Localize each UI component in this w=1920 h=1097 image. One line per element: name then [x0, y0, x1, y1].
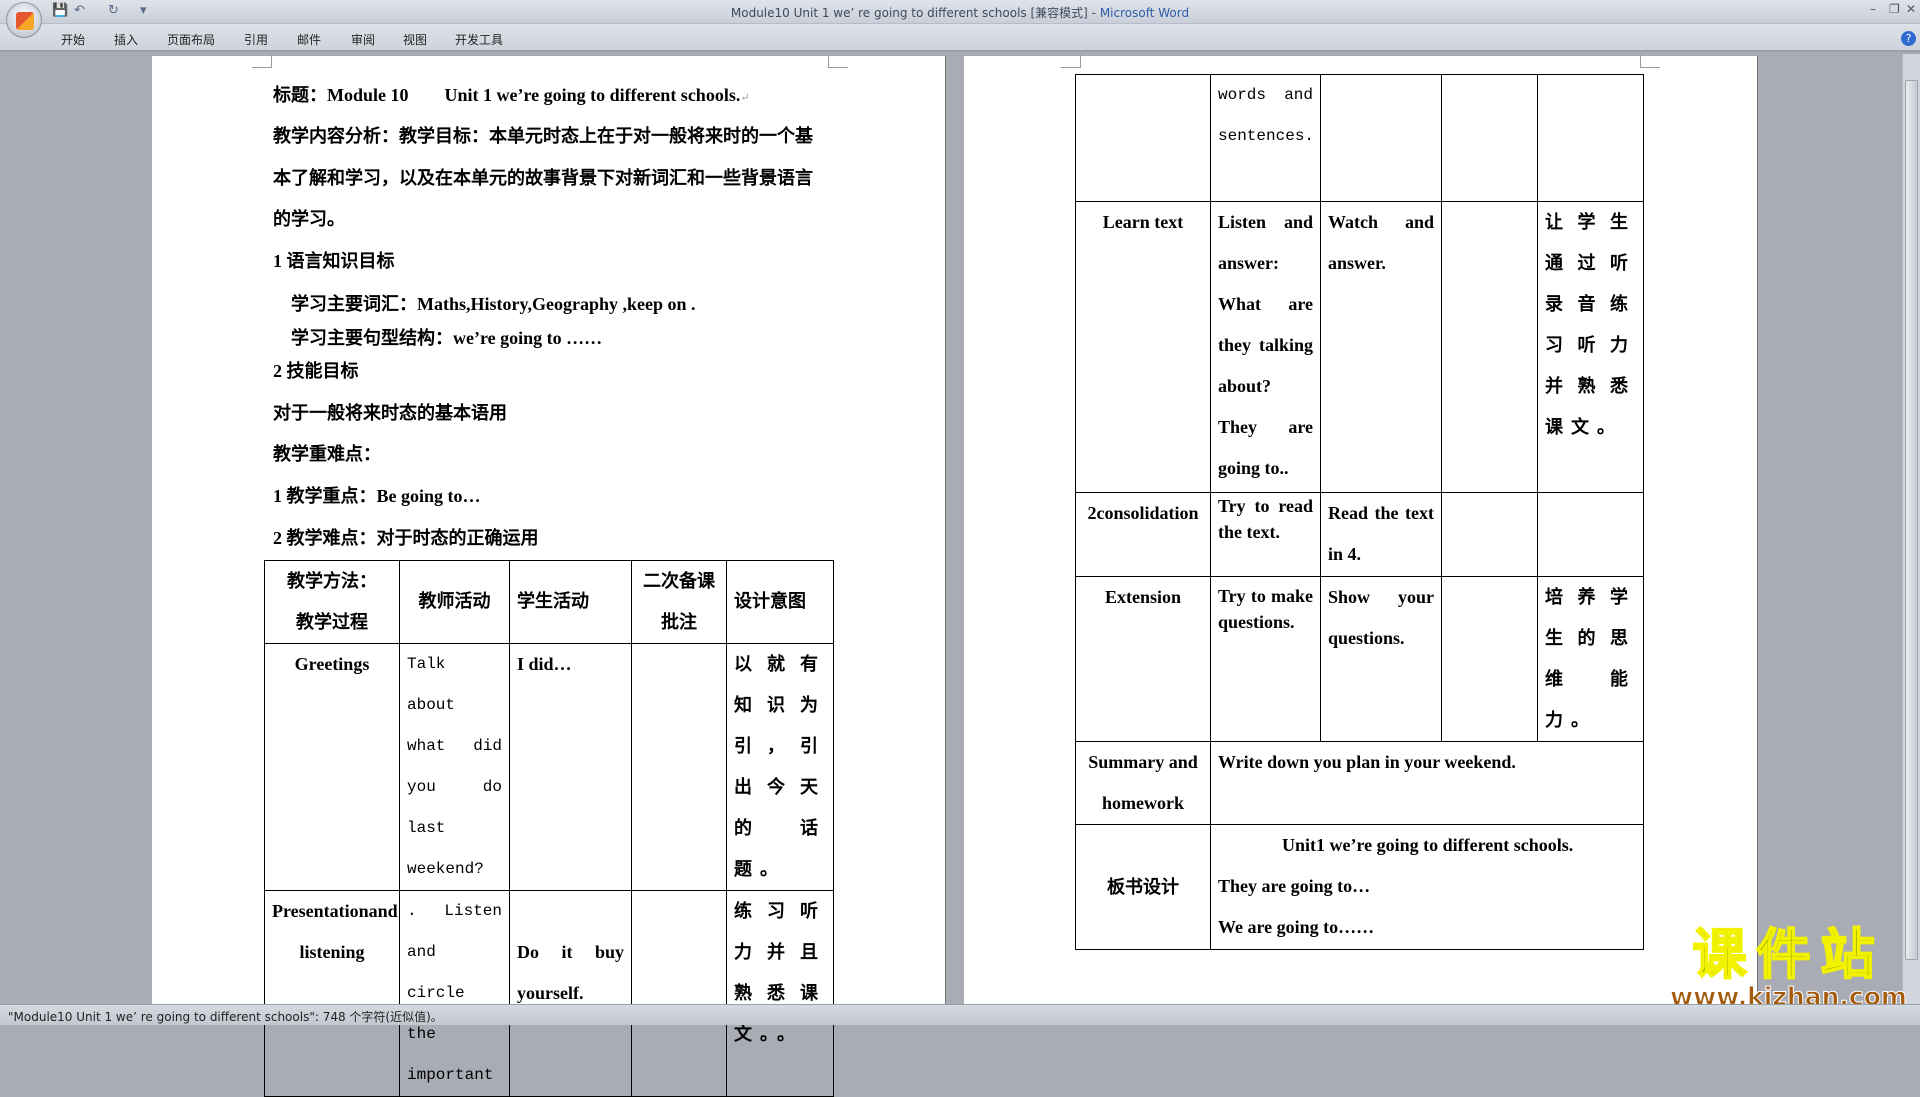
table-row: words and sentences. [1075, 74, 1644, 202]
table-row: Presentationand listening . Listen and c… [264, 890, 834, 1097]
tab-insert[interactable]: 插入 [114, 31, 138, 48]
tab-page-layout[interactable]: 页面布局 [167, 31, 215, 48]
tab-developer[interactable]: 开发工具 [455, 31, 503, 48]
skill-line: 对于一般将来时态的基本语用 [273, 403, 507, 423]
help-icon[interactable]: ? [1901, 31, 1916, 46]
cell-intent [1537, 492, 1644, 577]
cell-teacher: Try to read the text. [1210, 492, 1321, 577]
status-text: "Module10 Unit 1 we’ re going to differe… [8, 1010, 443, 1024]
watermark-text: 课件站 [1691, 923, 1885, 986]
key-point-2: 2 教学难点：对于时态的正确运用 [273, 528, 539, 548]
cell-intent: 练习听力并且熟悉课文。。 [726, 890, 834, 1097]
cell-notes [1441, 74, 1538, 202]
minimize-button[interactable]: – [1870, 2, 1876, 16]
table-row: Extension Try to make questions. Show yo… [1075, 576, 1644, 742]
cell-notes [1441, 492, 1538, 577]
cell-notes [1441, 201, 1538, 493]
header-notes: 二次备课批注 [631, 560, 727, 644]
title-bar: 💾 ↶ ↻ ▾ Module10 Unit 1 we’ re going to … [0, 0, 1920, 24]
close-button[interactable]: ✕ [1906, 2, 1916, 16]
document-page-right[interactable]: words and sentences. Learn text Listen a… [964, 54, 1757, 1006]
cell-board-design-label: 板书设计 [1075, 824, 1211, 950]
tab-view[interactable]: 视图 [403, 31, 427, 48]
heading-language-goals: 1 语言知识目标 [273, 251, 395, 271]
analysis-line-3: 的学习。 [273, 209, 345, 229]
tab-mailings[interactable]: 邮件 [297, 31, 321, 48]
table-row: Learn text Listen and answer: What are t… [1075, 201, 1644, 493]
office-logo-icon [16, 12, 34, 30]
doc-title: 标题：Module 10 Unit 1 we’re going to differ… [273, 85, 750, 105]
cell-intent: 培养学生的思维能力。 [1537, 576, 1644, 742]
window-title: Module10 Unit 1 we’ re going to differen… [730, 6, 1190, 20]
header-student: 学生活动 [509, 560, 632, 644]
cell-step: 2consolidation [1075, 492, 1211, 577]
table-row: Greetings Talk about what did you do las… [264, 643, 834, 891]
cell-notes [631, 890, 727, 1097]
scrollbar-thumb[interactable] [1905, 80, 1918, 960]
table-row: 2consolidation Try to read the text. Rea… [1075, 492, 1644, 577]
analysis-line-2: 本了解和学习，以及在本单元的故事背景下对新词汇和一些背景语言 [273, 168, 813, 188]
board-line-2: They are going to… [1218, 876, 1371, 896]
crop-mark [252, 54, 272, 68]
table-row: 板书设计 Unit1 we’re going to different scho… [1075, 824, 1644, 950]
cell-teacher: . Listen and circle the important [399, 890, 510, 1097]
cell-teacher: Try to make questions. [1210, 576, 1321, 742]
tab-references[interactable]: 引用 [244, 31, 268, 48]
document-page-left[interactable]: 标题：Module 10 Unit 1 we’re going to differ… [152, 54, 945, 1097]
header-method: 教学方法： 教学过程 [264, 560, 400, 644]
cell-student: Do it buy yourself. [509, 890, 632, 1097]
cell-teacher: Talk about what did you do last weekend? [399, 643, 510, 891]
cell-board-design: Unit1 we’re going to different schools. … [1210, 824, 1644, 950]
crop-mark [1640, 54, 1660, 68]
ribbon-tabs [0, 24, 1920, 52]
lesson-table-right: words and sentences. Learn text Listen a… [1075, 74, 1644, 950]
cell-student: Read the text in 4. [1320, 492, 1442, 577]
header-teacher: 教师活动 [399, 560, 510, 644]
cell-step: Extension [1075, 576, 1211, 742]
cell-teacher: words and sentences. [1210, 74, 1321, 202]
cell-step: Greetings [264, 643, 400, 891]
header-intent: 设计意图 [726, 560, 834, 644]
cell-student: Watch and answer. [1320, 201, 1442, 493]
structure-line: 学习主要句型结构：we’re going to …… [291, 328, 603, 348]
analysis-line-1: 教学内容分析：教学目标：本单元时态上在于对一般将来时的一个基 [273, 126, 813, 146]
crop-mark [828, 54, 848, 68]
cell-step: Summary and homework [1075, 741, 1211, 825]
key-point-1: 1 教学重点：Be going to… [273, 486, 481, 506]
cell-intent: 让学生通过听录音练习听力并熟悉课文。 [1537, 201, 1644, 493]
heading-skill-goals: 2 技能目标 [273, 361, 359, 381]
cell-step: Learn text [1075, 201, 1211, 493]
vocab-line: 学习主要词汇：Maths,History,Geography ,keep on … [291, 294, 696, 314]
board-line-1: Unit1 we’re going to different schools. [1282, 835, 1574, 855]
cell-step [1075, 74, 1211, 202]
key-points-title: 教学重难点： [273, 444, 381, 464]
office-button[interactable] [6, 2, 42, 38]
cell-student: I did… [509, 643, 632, 891]
cell-intent [1537, 74, 1644, 202]
status-bar: "Module10 Unit 1 we’ re going to differe… [0, 1004, 1920, 1025]
table-row: Summary and homework Write down you plan… [1075, 741, 1644, 825]
cell-student: Show your questions. [1320, 576, 1442, 742]
watermark-logo: 课件站 www.kjzhan.com [1670, 923, 1908, 1011]
tab-review[interactable]: 审阅 [351, 31, 375, 48]
cell-student [1320, 74, 1442, 202]
cell-teacher: Listen and answer: What are they talking… [1210, 201, 1321, 493]
tab-home[interactable]: 开始 [61, 31, 85, 48]
cell-notes [631, 643, 727, 891]
restore-button[interactable]: ❐ [1889, 2, 1900, 16]
cell-intent: 以就有知识为引，引出今天的话题。 [726, 643, 834, 891]
vertical-scrollbar[interactable] [1902, 54, 1920, 1004]
cell-step: Presentationand listening [264, 890, 400, 1097]
board-line-3: We are going to…… [1218, 917, 1375, 937]
table-header-row: 教学方法： 教学过程 教师活动 学生活动 二次备课批注 设计意图 [264, 560, 834, 644]
cell-notes [1441, 576, 1538, 742]
crop-mark [1061, 54, 1081, 68]
cell-homework: Write down you plan in your weekend. [1210, 741, 1644, 825]
